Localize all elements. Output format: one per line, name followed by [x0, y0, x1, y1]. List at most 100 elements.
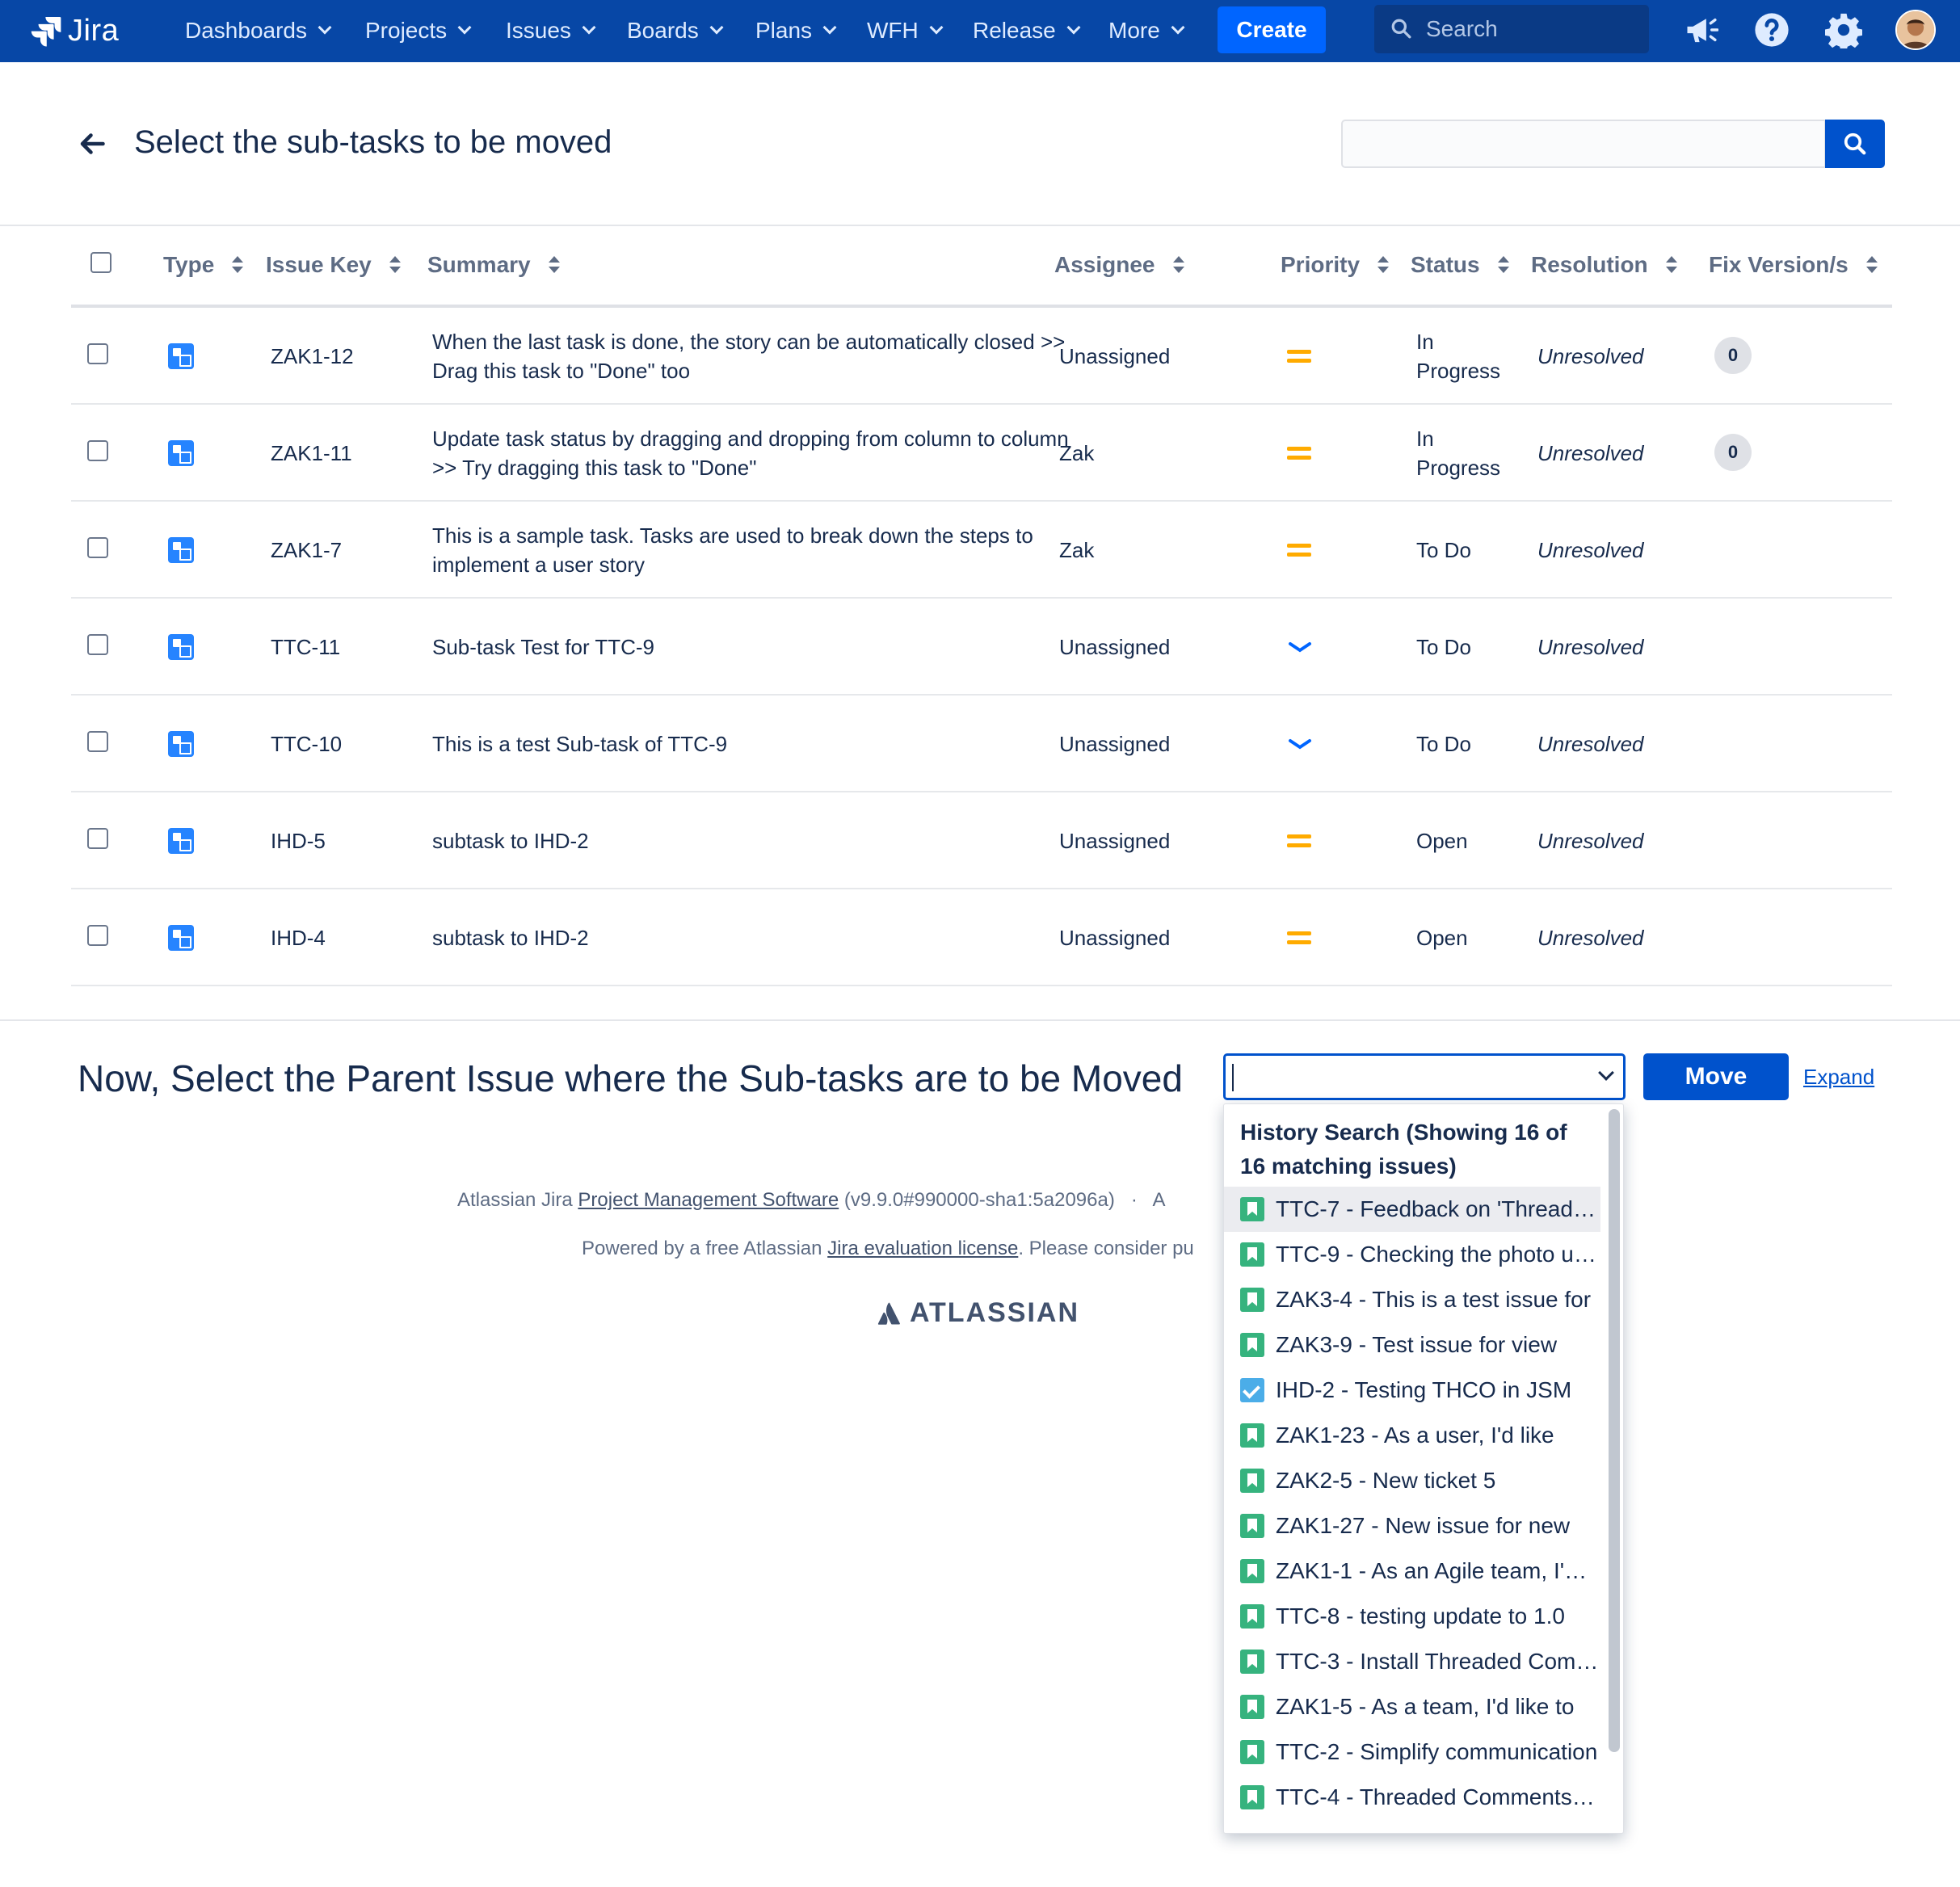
column-label: Fix Version/s — [1709, 252, 1849, 277]
issue-summary-link[interactable]: This is a sample task. Tasks are used to… — [432, 521, 1095, 579]
column-header-issue-key[interactable]: Issue Key — [266, 252, 401, 278]
expand-link[interactable]: Expand — [1803, 1065, 1874, 1090]
filter-search-button[interactable] — [1825, 120, 1885, 168]
dropdown-option[interactable]: ZAK3-4 - This is a test issue for — [1224, 1277, 1600, 1322]
dropdown-option[interactable]: IHD-2 - Testing THCO in JSM — [1224, 1368, 1600, 1413]
user-avatar[interactable] — [1895, 10, 1936, 50]
chevron-down-icon — [582, 20, 596, 35]
issue-summary-link[interactable]: Sub-task Test for TTC-9 — [432, 633, 1095, 662]
column-label: Type — [163, 252, 215, 277]
story-type-icon — [1240, 1559, 1264, 1583]
issue-summary-link[interactable]: This is a test Sub-task of TTC-9 — [432, 729, 1095, 759]
resolution: Unresolved — [1537, 441, 1644, 465]
dropdown-option[interactable]: TTC-8 - testing update to 1.0 — [1224, 1594, 1600, 1639]
column-header-type[interactable]: Type — [163, 252, 244, 278]
subtask-type-icon — [168, 537, 194, 563]
sort-icon — [1497, 256, 1509, 274]
nav-wfh[interactable]: WFH — [867, 15, 944, 47]
column-label: Summary — [427, 252, 531, 277]
row-checkbox[interactable] — [87, 828, 108, 849]
row-checkbox[interactable] — [87, 343, 108, 364]
nav-projects[interactable]: Projects — [365, 15, 472, 47]
table-row: IHD-4 subtask to IHD-2 Unassigned Open U… — [71, 889, 1892, 986]
row-checkbox[interactable] — [87, 537, 108, 558]
issue-key-link[interactable]: TTC-10 — [271, 729, 342, 759]
create-button[interactable]: Create — [1218, 6, 1326, 53]
row-checkbox[interactable] — [87, 925, 108, 946]
issue-key-link[interactable]: IHD-4 — [271, 923, 326, 952]
nav-boards[interactable]: Boards — [627, 15, 724, 47]
column-header-summary[interactable]: Summary — [427, 252, 560, 278]
column-header-fix-versions[interactable]: Fix Version/s — [1709, 252, 1878, 278]
chevron-down-icon — [1066, 20, 1081, 35]
story-type-icon — [1240, 1197, 1264, 1221]
table-row: IHD-5 subtask to IHD-2 Unassigned Open U… — [71, 792, 1892, 889]
chevron-down-icon — [929, 20, 944, 35]
story-type-icon — [1240, 1469, 1264, 1493]
dropdown-option-label: TTC-3 - Install Threaded Comments — [1276, 1649, 1599, 1674]
issue-key-link[interactable]: IHD-5 — [271, 826, 326, 855]
search-icon — [1391, 19, 1411, 39]
move-button[interactable]: Move — [1643, 1053, 1789, 1100]
subtask-filter-input[interactable] — [1341, 120, 1826, 168]
dropdown-scrollbar[interactable] — [1609, 1109, 1620, 1752]
column-header-status[interactable]: Status — [1411, 252, 1509, 278]
dropdown-option[interactable]: ZAK1-23 - As a user, I'd like — [1224, 1413, 1600, 1458]
column-header-assignee[interactable]: Assignee — [1054, 252, 1184, 278]
issue-summary-link[interactable]: When the last task is done, the story ca… — [432, 327, 1095, 385]
row-checkbox[interactable] — [87, 440, 108, 461]
dropdown-option[interactable]: TTC-7 - Feedback on 'Threaded Comments' — [1224, 1187, 1600, 1232]
select-all-checkbox[interactable] — [90, 252, 111, 273]
nav-label: Plans — [755, 18, 813, 43]
table-row: ZAK1-7 This is a sample task. Tasks are … — [71, 502, 1892, 599]
global-search-input[interactable]: Search — [1374, 5, 1649, 53]
issue-key-link[interactable]: ZAK1-12 — [271, 342, 354, 371]
atlassian-logo[interactable]: ATLASSIAN — [877, 1297, 1079, 1329]
row-checkbox[interactable] — [87, 634, 108, 655]
parent-issue-dropdown: History Search (Showing 16 of 16 matchin… — [1223, 1103, 1624, 1834]
dropdown-option[interactable]: ZAK1-27 - New issue for new — [1224, 1503, 1600, 1549]
dropdown-option[interactable]: TTC-9 - Checking the photo upload — [1224, 1232, 1600, 1277]
nav-plans[interactable]: Plans — [755, 15, 837, 47]
footer-text: Atlassian Jira — [457, 1189, 578, 1211]
dropdown-option[interactable]: ZAK1-5 - As a team, I'd like to — [1224, 1684, 1600, 1729]
priority-medium-icon — [1287, 930, 1313, 946]
status: To Do — [1416, 732, 1471, 756]
dropdown-option[interactable]: TTC-4 - Threaded Comments for Jira — [1224, 1775, 1600, 1820]
column-header-resolution[interactable]: Resolution — [1531, 252, 1677, 278]
nav-issues[interactable]: Issues — [506, 15, 596, 47]
issue-key-link[interactable]: ZAK1-11 — [271, 439, 352, 468]
dropdown-option[interactable]: TTC-2 - Simplify communication — [1224, 1729, 1600, 1775]
issue-key-link[interactable]: ZAK1-7 — [271, 536, 342, 565]
dropdown-option[interactable]: ZAK2-5 - New ticket 5 — [1224, 1458, 1600, 1503]
issue-summary-link[interactable]: subtask to IHD-2 — [432, 923, 1095, 952]
row-checkbox[interactable] — [87, 731, 108, 752]
dropdown-option[interactable]: ZAK3-9 - Test issue for view — [1224, 1322, 1600, 1368]
column-header-priority[interactable]: Priority — [1281, 252, 1390, 278]
footer-link-evaluation-license[interactable]: Jira evaluation license — [827, 1238, 1018, 1259]
notifications-megaphone-icon[interactable] — [1680, 10, 1721, 50]
nav-label: Release — [973, 18, 1056, 43]
subtask-type-icon — [168, 731, 194, 757]
issue-key-link[interactable]: TTC-11 — [271, 633, 340, 662]
help-icon[interactable] — [1752, 10, 1792, 50]
nav-more[interactable]: More — [1108, 15, 1185, 47]
status: In Progress — [1416, 330, 1501, 383]
settings-gear-icon[interactable] — [1823, 10, 1864, 50]
issue-summary-link[interactable]: subtask to IHD-2 — [432, 826, 1095, 855]
atlassian-logo-icon — [877, 1302, 900, 1325]
parent-issue-select[interactable] — [1223, 1053, 1626, 1100]
issue-summary-link[interactable]: Update task status by dragging and dropp… — [432, 424, 1095, 482]
fix-version-badge: 0 — [1714, 337, 1752, 374]
chevron-down-icon[interactable] — [1598, 1065, 1614, 1081]
priority-low-icon — [1289, 642, 1311, 653]
dropdown-option[interactable]: ZAK1-1 - As an Agile team, I'd like — [1224, 1549, 1600, 1594]
footer-link-pm-software[interactable]: Project Management Software — [578, 1189, 839, 1211]
column-label: Priority — [1281, 252, 1361, 277]
nav-release[interactable]: Release — [973, 15, 1081, 47]
dropdown-option[interactable]: TTC-3 - Install Threaded Comments — [1224, 1639, 1600, 1684]
back-arrow-icon[interactable] — [78, 129, 107, 158]
assignee: Zak — [1059, 538, 1095, 562]
nav-dashboards[interactable]: Dashboards — [185, 15, 332, 47]
jira-logo[interactable]: Jira — [29, 11, 119, 50]
